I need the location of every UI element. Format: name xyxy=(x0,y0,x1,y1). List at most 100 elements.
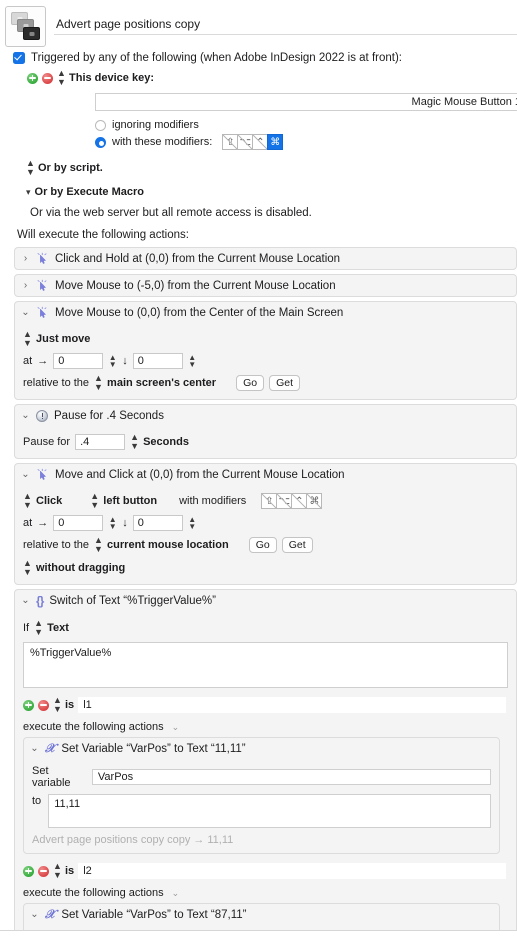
remove-case-icon[interactable] xyxy=(38,865,49,877)
get-button[interactable]: Get xyxy=(269,375,301,391)
switch-source-input[interactable]: %TriggerValue% xyxy=(23,642,508,688)
trigger-type-label[interactable]: This device key: xyxy=(69,72,154,84)
at-label: at xyxy=(23,517,33,529)
shift-modifier-icon[interactable]: ⇧ xyxy=(261,493,278,509)
disclosure-right-icon[interactable]: › xyxy=(21,253,30,264)
command-modifier-icon[interactable]: ⌘ xyxy=(267,134,284,150)
variable-name-input[interactable]: VarPos xyxy=(91,769,491,785)
add-case-icon[interactable] xyxy=(23,865,34,877)
case-value-input[interactable]: l1 xyxy=(78,697,506,713)
pause-units-popup[interactable]: Seconds xyxy=(143,436,189,448)
radio-ignoring-modifiers[interactable] xyxy=(95,119,106,131)
radio-with-modifiers-row[interactable]: with these modifiers: ⇧ ⌥ ⌃ ⌘ xyxy=(95,134,517,150)
go-button[interactable]: Go xyxy=(248,537,277,553)
move-mode-row[interactable]: ▲ ▼ Just move xyxy=(23,330,508,348)
or-script-chevron-icon[interactable]: ▲ ▼ xyxy=(26,159,35,177)
action-header[interactable]: ⌄ 𝒳 Set Variable “VarPos” to Text “87,11… xyxy=(24,904,499,925)
shift-modifier-icon[interactable]: ⇧ xyxy=(222,134,239,150)
add-case-icon[interactable] xyxy=(23,699,34,711)
mouse-button-chevron-icon[interactable]: ▲ ▼ xyxy=(90,492,99,510)
action-header[interactable]: ⌄ Move and Click at (0,0) from the Curre… xyxy=(15,464,516,485)
move-mode-chevron-icon[interactable]: ▲ ▼ xyxy=(23,330,32,348)
or-by-script-row[interactable]: ▲ ▼ Or by script. xyxy=(26,159,517,177)
device-key-field[interactable]: Magic Mouse Button 1 xyxy=(95,93,517,111)
case-operator-popup[interactable]: is xyxy=(65,699,74,711)
relative-chevron-icon[interactable]: ▲ ▼ xyxy=(94,374,103,392)
disclosure-down-icon[interactable]: ⌄ xyxy=(30,909,39,920)
variable-value-input[interactable]: 11,11 xyxy=(48,794,491,828)
action-title: Click and Hold at (0,0) from the Current… xyxy=(55,252,341,265)
click-type-popup[interactable]: Click xyxy=(36,495,62,507)
or-by-execute-macro-row[interactable]: ▾ Or by Execute Macro xyxy=(26,186,517,198)
disclosure-down-icon[interactable]: ⌄ xyxy=(21,595,30,606)
action-header[interactable]: › Click and Hold at (0,0) from the Curre… xyxy=(15,248,516,269)
macro-header: Advert page positions copy xyxy=(0,0,517,47)
action-move-mouse-center[interactable]: ⌄ Move Mouse to (0,0) from the Center of… xyxy=(14,301,517,400)
command-modifier-icon[interactable]: ⌘ xyxy=(306,493,323,509)
action-title: Pause for .4 Seconds xyxy=(54,409,164,422)
action-move-mouse-relative[interactable]: › Move Mouse to (-5,0) from the Current … xyxy=(14,274,517,297)
x-stepper[interactable]: ▲ ▼ xyxy=(108,516,117,531)
action-body: ▲ ▼ Click ▲ ▼ left button with modifiers ⇧… xyxy=(15,485,516,584)
x-stepper[interactable]: ▲ ▼ xyxy=(108,354,117,369)
action-pause[interactable]: ⌄ Pause for .4 Seconds Pause for .4 ▲ ▼ S… xyxy=(14,404,517,459)
x-coordinate-input[interactable]: 0 xyxy=(53,353,104,369)
action-header[interactable]: ⌄ 𝒳 Set Variable “VarPos” to Text “11,11… xyxy=(24,738,499,759)
click-type-chevron-icon[interactable]: ▲ ▼ xyxy=(23,492,32,510)
control-modifier-icon[interactable]: ⌃ xyxy=(252,134,269,150)
trigger-enabled-checkbox[interactable] xyxy=(13,52,25,64)
add-trigger-icon[interactable] xyxy=(27,72,38,84)
case-operator-popup[interactable]: is xyxy=(65,865,74,877)
y-coordinate-input[interactable]: 0 xyxy=(132,353,183,369)
macro-group-icon[interactable] xyxy=(5,6,46,47)
disclosure-down-icon[interactable]: ⌄ xyxy=(30,743,39,754)
y-stepper[interactable]: ▲ ▼ xyxy=(188,516,197,531)
drag-chevron-icon[interactable]: ▲ ▼ xyxy=(23,559,32,577)
action-move-and-click[interactable]: ⌄ Move and Click at (0,0) from the Curre… xyxy=(14,463,517,585)
drag-popup[interactable]: without dragging xyxy=(36,562,125,574)
switch-source-popup[interactable]: Text xyxy=(47,622,69,634)
modifier-mode-group: ignoring modifiers with these modifiers:… xyxy=(95,119,517,150)
radio-ignoring-modifiers-row[interactable]: ignoring modifiers xyxy=(95,119,517,131)
option-modifier-icon[interactable]: ⌥ xyxy=(276,493,293,509)
relative-popup[interactable]: current mouse location xyxy=(107,539,229,551)
remove-trigger-icon[interactable] xyxy=(42,72,53,84)
control-modifier-icon[interactable]: ⌃ xyxy=(291,493,308,509)
chevron-down-icon[interactable]: ⌄ xyxy=(172,722,180,733)
x-coordinate-input[interactable]: 0 xyxy=(53,515,104,531)
action-header[interactable]: ⌄ {} Switch of Text “%TriggerValue%” xyxy=(15,590,516,611)
action-header[interactable]: ⌄ Pause for .4 Seconds xyxy=(15,405,516,426)
y-coordinate-input[interactable]: 0 xyxy=(132,515,183,531)
macro-title-input[interactable]: Advert page positions copy xyxy=(54,15,517,35)
case-operator-chevron-icon[interactable]: ▲ ▼ xyxy=(53,696,62,714)
chevron-down-icon[interactable]: ⌄ xyxy=(172,888,180,899)
switch-source-chevron-icon[interactable]: ▲ ▼ xyxy=(34,619,43,637)
y-stepper[interactable]: ▲ ▼ xyxy=(188,354,197,369)
pause-units-chevron-icon[interactable]: ▲ ▼ xyxy=(130,433,139,451)
radio-with-modifiers[interactable] xyxy=(95,136,106,148)
pause-duration-input[interactable]: .4 xyxy=(75,434,126,450)
disclosure-down-icon[interactable]: ⌄ xyxy=(21,410,30,421)
action-header[interactable]: › Move Mouse to (-5,0) from the Current … xyxy=(15,275,516,296)
move-mode-popup[interactable]: Just move xyxy=(36,333,90,345)
go-button[interactable]: Go xyxy=(236,375,265,391)
disclosure-down-icon[interactable]: ⌄ xyxy=(21,469,30,480)
disclosure-right-icon[interactable]: › xyxy=(21,280,30,291)
relative-popup[interactable]: main screen's center xyxy=(107,377,216,389)
action-set-variable-case1[interactable]: ⌄ 𝒳 Set Variable “VarPos” to Text “11,11… xyxy=(23,737,500,854)
action-click-and-hold[interactable]: › Click and Hold at (0,0) from the Curre… xyxy=(14,247,517,270)
mouse-click-icon xyxy=(36,306,49,319)
remove-case-icon[interactable] xyxy=(38,699,49,711)
option-modifier-icon[interactable]: ⌥ xyxy=(237,134,254,150)
relative-chevron-icon[interactable]: ▲ ▼ xyxy=(94,536,103,554)
chevron-down-icon[interactable]: ▾ xyxy=(26,187,31,197)
trigger-type-chevron-icon[interactable]: ▲ ▼ xyxy=(57,69,66,87)
action-header[interactable]: ⌄ Move Mouse to (0,0) from the Center of… xyxy=(15,302,516,323)
mouse-button-popup[interactable]: left button xyxy=(103,495,157,507)
case-operator-chevron-icon[interactable]: ▲ ▼ xyxy=(53,862,62,880)
disclosure-down-icon[interactable]: ⌄ xyxy=(21,307,30,318)
get-button[interactable]: Get xyxy=(281,537,313,553)
action-title: Move and Click at (0,0) from the Current… xyxy=(55,468,345,481)
action-switch-of-text[interactable]: ⌄ {} Switch of Text “%TriggerValue%” If … xyxy=(14,589,517,936)
case-value-input[interactable]: l2 xyxy=(78,863,506,879)
